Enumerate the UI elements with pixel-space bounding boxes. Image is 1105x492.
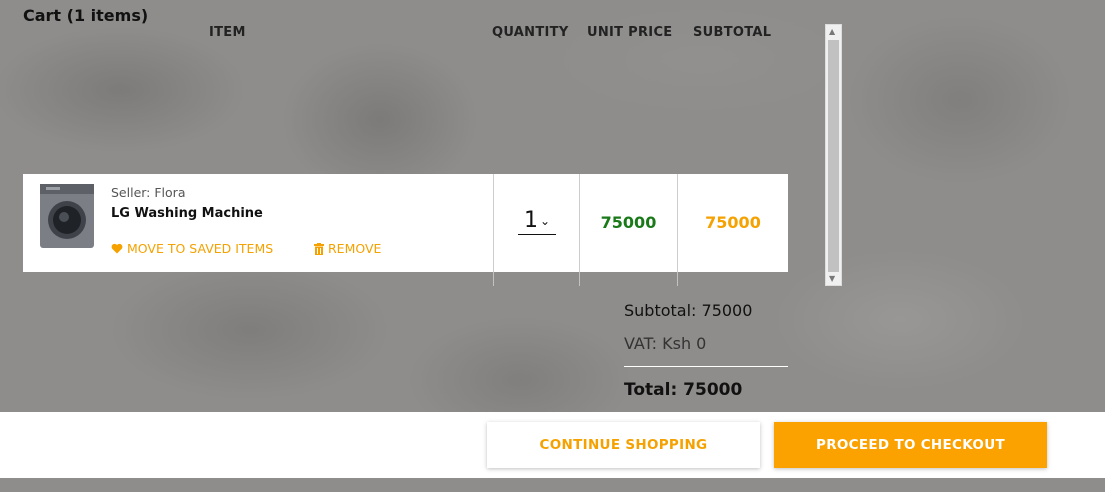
summary-vat: VAT: Ksh 0 — [624, 334, 707, 353]
scrollbar[interactable]: ▲ ▼ — [825, 24, 842, 286]
washing-machine-image[interactable] — [38, 184, 96, 248]
unit-price-value: 75000 — [600, 213, 657, 232]
summary-divider — [624, 366, 788, 367]
remove-button[interactable]: REMOVE — [314, 241, 381, 256]
quantity-select[interactable]: 1 ⌄ — [518, 208, 556, 235]
heart-icon — [111, 243, 123, 254]
continue-shopping-button[interactable]: CONTINUE SHOPPING — [487, 422, 760, 468]
scroll-down-arrow-icon[interactable]: ▼ — [829, 274, 835, 283]
chevron-down-icon: ⌄ — [539, 214, 551, 228]
summary-subtotal: Subtotal: 75000 — [624, 301, 753, 320]
move-to-saved-button[interactable]: MOVE TO SAVED ITEMS — [111, 241, 273, 256]
subtotal-value: 75000 — [705, 213, 761, 232]
column-divider — [493, 174, 494, 286]
cart-title: Cart (1 items) — [23, 6, 149, 25]
column-header-subtotal: SUBTOTAL — [693, 25, 772, 40]
proceed-to-checkout-button[interactable]: PROCEED TO CHECKOUT — [774, 422, 1047, 468]
product-name[interactable]: LG Washing Machine — [111, 206, 263, 221]
summary-total: Total: 75000 — [624, 380, 743, 400]
scrollbar-thumb[interactable] — [828, 40, 839, 272]
scroll-up-arrow-icon[interactable]: ▲ — [829, 27, 835, 36]
column-header-item: ITEM — [209, 25, 246, 40]
column-header-unit-price: UNIT PRICE — [587, 25, 673, 40]
quantity-value: 1 — [523, 208, 538, 233]
trash-icon — [314, 242, 324, 255]
remove-label: REMOVE — [328, 241, 382, 256]
column-header-quantity: QUANTITY — [492, 25, 569, 40]
seller-label: Seller: Flora — [111, 185, 186, 200]
move-to-saved-label: MOVE TO SAVED ITEMS — [127, 241, 274, 256]
